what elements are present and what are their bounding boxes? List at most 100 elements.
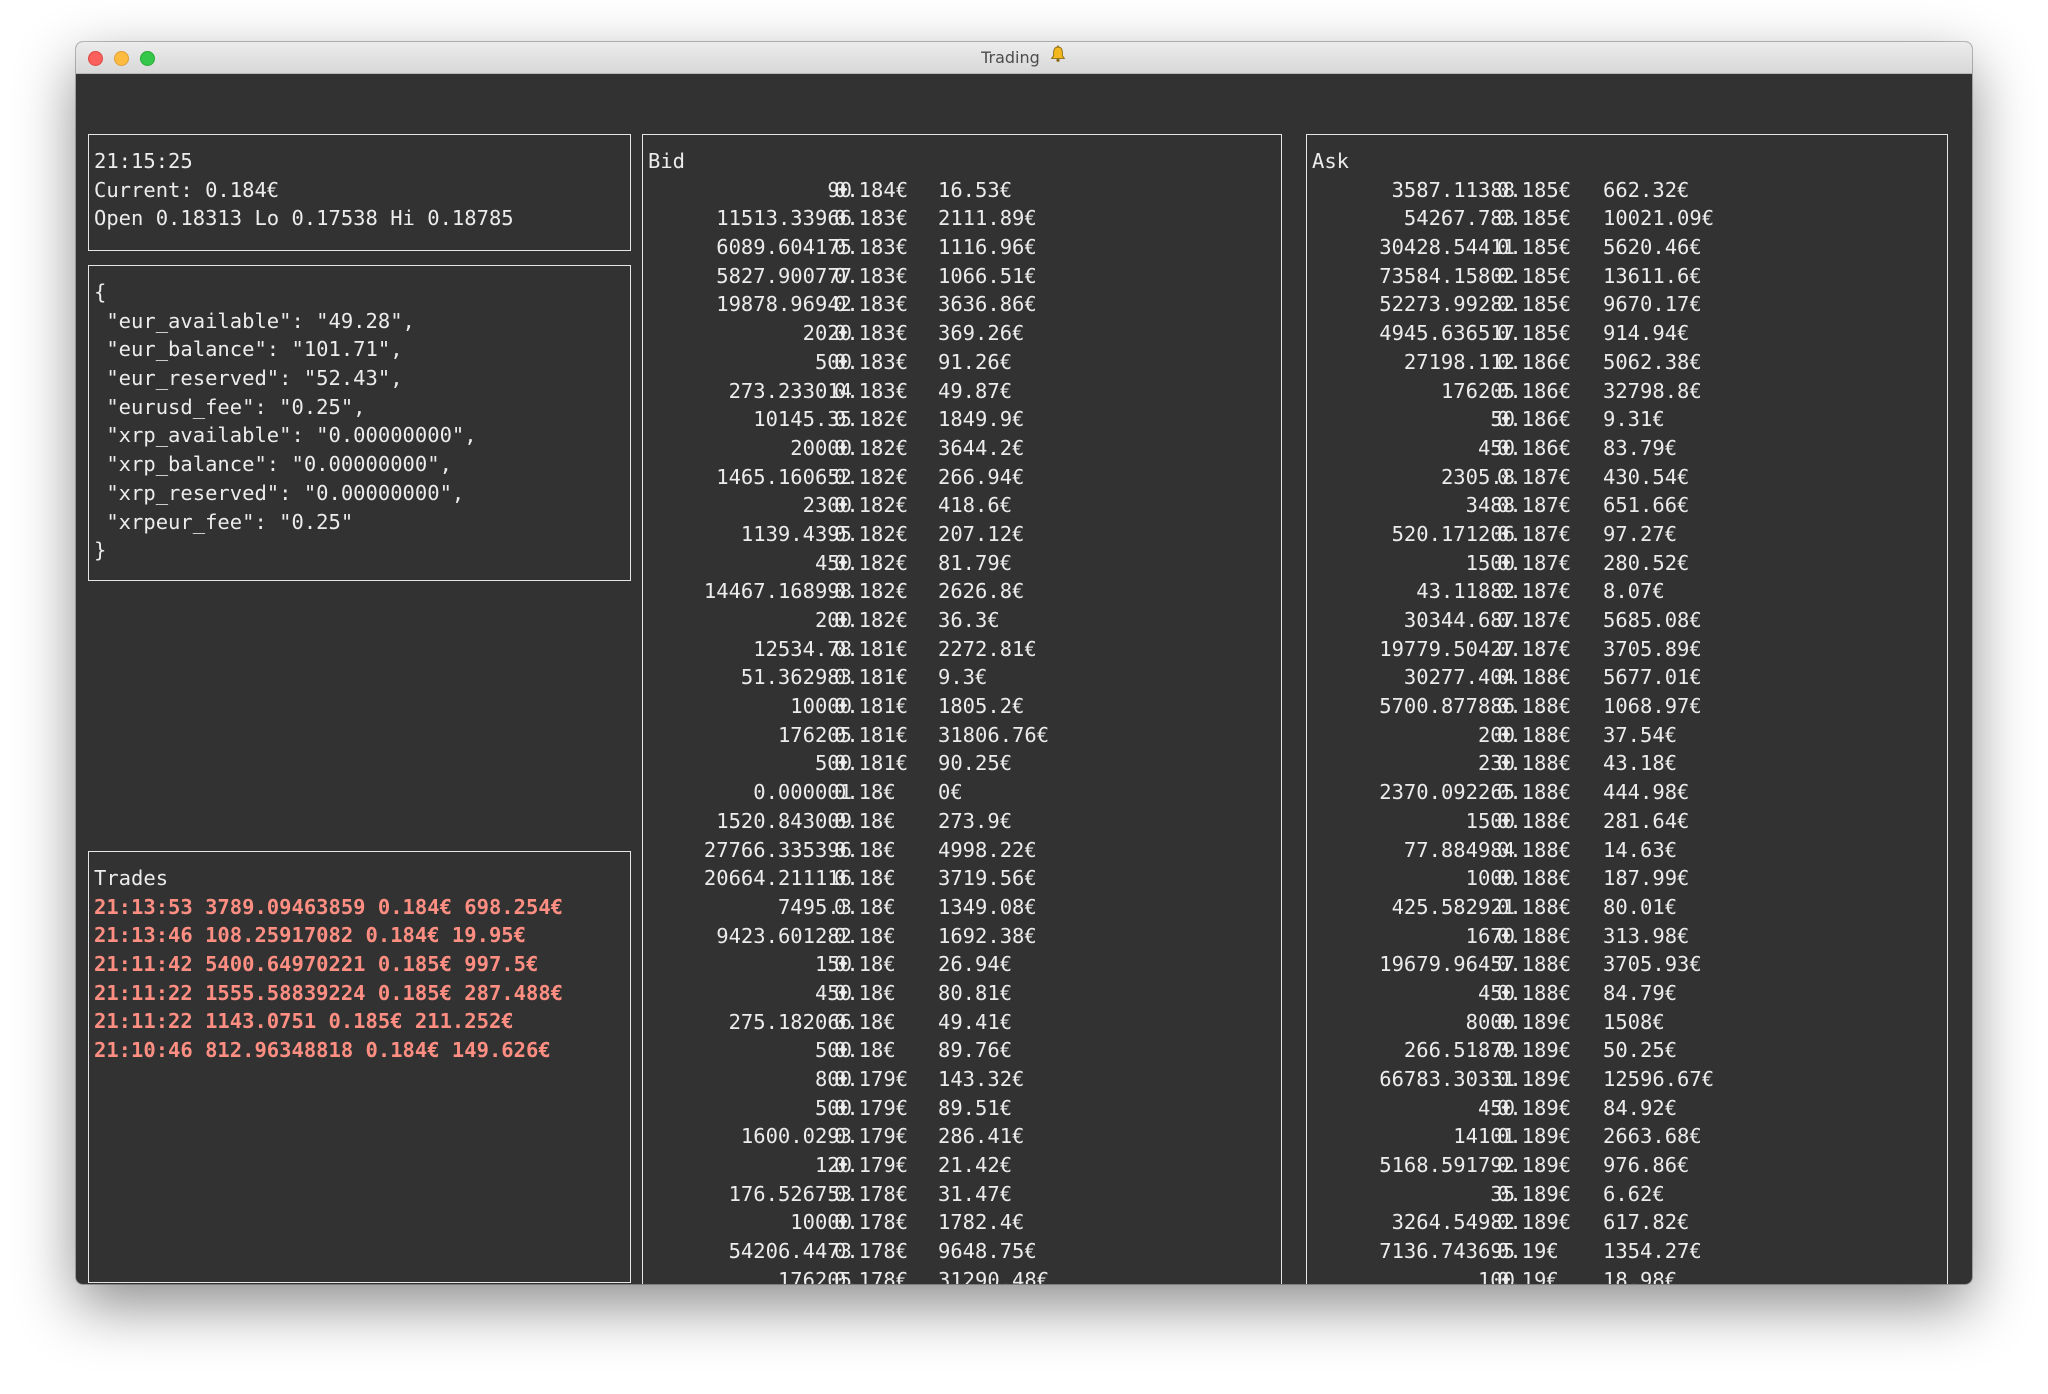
order-total: 16.53€ [938,177,1013,202]
order-total: 2272.81€ [938,636,1037,661]
order-amount: 6089.604175 [716,235,852,260]
ask-order-row: 2305.8 0.187€ 430.54€ [1312,463,1947,492]
order-price: 0.182€ [834,579,909,604]
order-total: 5062.38€ [1603,349,1702,374]
order-amount: 9423.601282 [716,923,852,948]
bid-order-row: 1465.160652 0.182€ 266.94€ [648,463,1281,492]
order-amount: 1465.160652 [716,464,852,489]
order-price: 0.188€ [1497,780,1572,805]
bid-order-row: 1520.843009 0.18€ 273.9€ [648,807,1281,836]
order-total: 3705.93€ [1603,952,1702,977]
balance-json-line: "xrp_balance": "0.00000000", [94,452,452,477]
order-price: 0.188€ [1497,980,1572,1005]
order-amount: 14467.168998 [703,579,852,604]
order-price: 0.181€ [834,665,909,690]
order-price: 0.187€ [1497,464,1572,489]
balance-json-line: "eurusd_fee": "0.25", [94,394,366,419]
balance-json-line: "eur_balance": "101.71", [94,337,403,362]
bid-order-row: 10000 0.178€ 1782.4€ [648,1208,1281,1237]
title-bar[interactable]: Trading [76,42,1972,74]
order-price: 0.178€ [834,1181,909,1206]
balance-json-line: "xrp_reserved": "0.00000000", [94,480,465,505]
order-price: 0.188€ [1497,808,1572,833]
order-total: 3705.89€ [1603,636,1702,661]
balance-json-line: "eur_available": "49.28", [94,308,415,333]
order-amount: 19679.96457 [1379,952,1515,977]
order-price: 0.182€ [834,464,909,489]
order-total: 2626.8€ [938,579,1025,604]
order-amount: 5168.591792 [1379,1153,1515,1178]
order-total: 369.26€ [938,321,1025,346]
order-total: 9670.17€ [1603,292,1702,317]
order-price: 0.183€ [834,349,909,374]
terminal-content: 21:15:25 Current: 0.184€ Open 0.18313 Lo 0… [76,74,1972,1284]
order-amount: 20664.211116 [703,866,852,891]
order-total: 286.41€ [938,1124,1025,1149]
trade-row: 21:11:42 5400.64970221 0.185€ 997.5€ [94,952,539,977]
order-price: 0.178€ [834,1210,909,1235]
ask-order-row: 35 0.189€ 6.62€ [1312,1180,1947,1209]
ask-order-row: 7136.743695 0.19€ 1354.27€ [1312,1237,1947,1266]
order-total: 418.6€ [938,493,1013,518]
order-price: 0.18€ [834,980,896,1005]
bid-order-row: 200 0.182€ 36.3€ [648,606,1281,635]
order-total: 31806.76€ [938,722,1050,747]
order-total: 97.27€ [1603,521,1678,546]
bid-order-row: 500 0.18€ 89.76€ [648,1036,1281,1065]
ask-order-row: 30277.404 0.188€ 5677.01€ [1312,663,1947,692]
order-total: 80.81€ [938,980,1013,1005]
order-amount: 4945.636517 [1379,321,1515,346]
order-price: 0.188€ [1497,952,1572,977]
bid-order-row: 10000 0.181€ 1805.2€ [648,692,1281,721]
order-total: 266.94€ [938,464,1025,489]
order-price: 0.188€ [1497,751,1572,776]
order-total: 280.52€ [1603,550,1690,575]
order-total: 2663.68€ [1603,1124,1702,1149]
order-price: 0.189€ [1497,1210,1572,1235]
order-total: 31290.48€ [938,1267,1050,1284]
order-total: 281.64€ [1603,808,1690,833]
order-price: 0.181€ [834,636,909,661]
ask-order-row: 19679.96457 0.188€ 3705.93€ [1312,950,1947,979]
balance-json: { "eur_available": "49.28", "eur_balance… [94,278,630,565]
order-price: 0.189€ [1497,1095,1572,1120]
ask-order-row: 52273.99282 0.185€ 9670.17€ [1312,290,1947,319]
ask-order-row: 5700.877886 0.188€ 1068.97€ [1312,692,1947,721]
ask-order-row: 43.11882 0.187€ 8.07€ [1312,577,1947,606]
order-total: 13611.6€ [1603,263,1702,288]
order-price: 0.178€ [834,1267,909,1284]
balance-json-line: { [94,280,107,304]
bid-order-row: 1600.0293 0.179€ 286.41€ [648,1122,1281,1151]
order-total: 89.76€ [938,1038,1013,1063]
order-total: 36.3€ [938,608,1000,632]
order-total: 273.9€ [938,808,1013,833]
order-price: 0.18€ [834,866,896,891]
bid-order-row: 90 0.184€ 16.53€ [648,176,1281,205]
order-price: 0.183€ [834,206,909,231]
order-price: 0.183€ [834,321,909,346]
order-price: 0.189€ [1497,1009,1572,1034]
order-total: 49.87€ [938,378,1013,403]
order-amount: 7136.743695 [1379,1239,1515,1264]
order-total: 84.79€ [1603,980,1678,1005]
balance-json-line: "eur_reserved": "52.43", [94,366,403,391]
bid-order-row: 176205 0.181€ 31806.76€ [648,721,1281,750]
order-total: 81.79€ [938,550,1013,575]
ticker-time: 21:15:25 [94,149,193,173]
order-total: 5677.01€ [1603,665,1702,690]
order-price: 0.185€ [1497,177,1572,202]
order-total: 5620.46€ [1603,235,1702,260]
order-price: 0.184€ [834,177,909,202]
order-price: 0.18€ [834,894,896,919]
order-price: 0.188€ [1497,694,1572,719]
order-price: 0.187€ [1497,550,1572,575]
order-price: 0.185€ [1497,292,1572,317]
ask-order-row: 520.171206 0.187€ 97.27€ [1312,520,1947,549]
ask-order-row: 200 0.188€ 37.54€ [1312,721,1947,750]
order-total: 187.99€ [1603,866,1690,891]
bid-order-row: 27766.335396 0.18€ 4998.22€ [648,836,1281,865]
order-total: 1805.2€ [938,694,1025,719]
ask-order-row: 230 0.188€ 43.18€ [1312,749,1947,778]
ask-order-row: 1670 0.188€ 313.98€ [1312,922,1947,951]
ask-order-row: 77.884984 0.188€ 14.63€ [1312,836,1947,865]
